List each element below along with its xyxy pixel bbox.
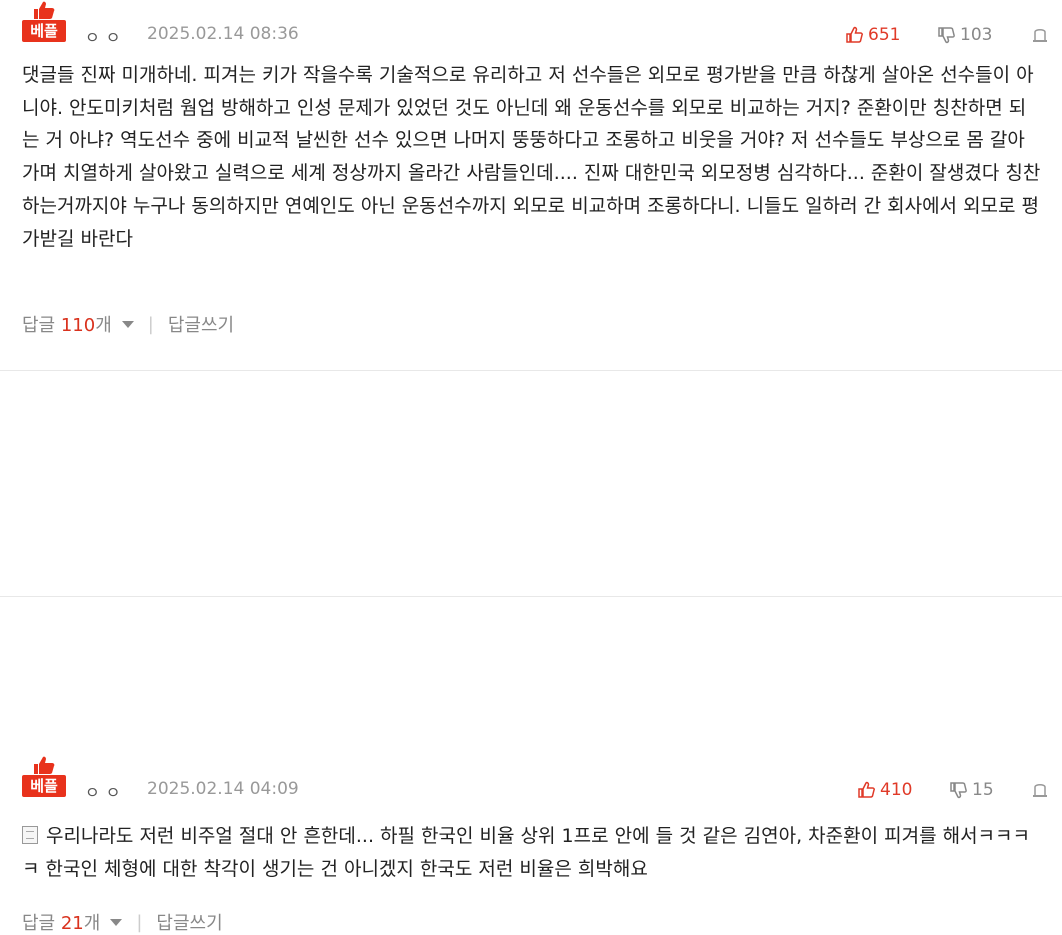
comment-text: 댓글들 진짜 미개하네. 피겨는 키가 작을수록 기술적으로 유리하고 저 선수…	[22, 64, 1041, 250]
chevron-down-icon[interactable]	[121, 320, 134, 328]
divider: |	[147, 313, 154, 335]
document-icon	[22, 826, 38, 844]
reply-unit: 개	[83, 913, 101, 934]
write-reply-link[interactable]: 답글쓰기	[168, 311, 234, 337]
comment-item: 베플 ㅇㅇ 2025.02.14 04:09 410 15 우리나라도 저런 비…	[0, 371, 1062, 934]
dislike-button[interactable]: 15	[950, 779, 994, 801]
username[interactable]: ㅇㅇ	[85, 779, 126, 803]
comment-text-wrapper: 우리나라도 저런 비주얼 절대 안 흔한데... 하필 한국인 비율 상위 1프…	[22, 820, 1042, 885]
dislike-button[interactable]: 103	[938, 24, 992, 46]
reply-count: 21	[60, 913, 84, 934]
reply-toggle[interactable]: 답글 21개	[22, 909, 100, 935]
dislike-count: 103	[960, 25, 993, 45]
report-icon[interactable]	[1032, 27, 1048, 43]
chevron-down-icon[interactable]	[110, 918, 123, 926]
report-icon[interactable]	[1032, 782, 1048, 798]
reply-label: 답글	[22, 913, 56, 934]
comment-footer: 답글 21개 | 답글쓰기	[22, 909, 223, 935]
reply-toggle[interactable]: 답글 110개	[22, 311, 112, 337]
comment-item: 베플 ㅇㅇ 2025.02.14 08:36 651 103 댓글들 진짜 미개…	[0, 0, 1062, 371]
best-thumbs-up-icon	[34, 1, 55, 20]
thumbs-down-icon	[950, 782, 967, 799]
comment-timestamp: 2025.02.14 04:09	[147, 779, 299, 799]
best-comment-badge: 베플	[22, 0, 66, 42]
best-comment-badge: 베플	[22, 755, 66, 797]
reply-count: 110	[60, 315, 96, 336]
thumbs-down-icon	[938, 27, 955, 44]
like-button[interactable]: 651	[846, 24, 900, 46]
best-label: 베플	[22, 775, 66, 797]
reply-label: 답글	[22, 315, 56, 336]
write-reply-link[interactable]: 답글쓰기	[156, 909, 222, 935]
username[interactable]: ㅇㅇ	[85, 24, 126, 48]
comment-footer: 답글 110개 | 답글쓰기	[22, 311, 234, 337]
thumbs-up-icon	[846, 26, 863, 43]
reply-unit: 개	[95, 315, 112, 336]
dislike-count: 15	[972, 780, 994, 800]
comment-text: 우리나라도 저런 비주얼 절대 안 흔한데... 하필 한국인 비율 상위 1프…	[22, 825, 1031, 880]
like-count: 410	[880, 780, 913, 800]
best-label: 베플	[22, 20, 66, 42]
like-count: 651	[868, 25, 901, 45]
best-thumbs-up-icon	[34, 756, 55, 774]
divider: |	[136, 911, 143, 933]
thumbs-up-icon	[858, 781, 875, 798]
like-button[interactable]: 410	[858, 779, 912, 801]
comment-timestamp: 2025.02.14 08:36	[147, 24, 299, 44]
